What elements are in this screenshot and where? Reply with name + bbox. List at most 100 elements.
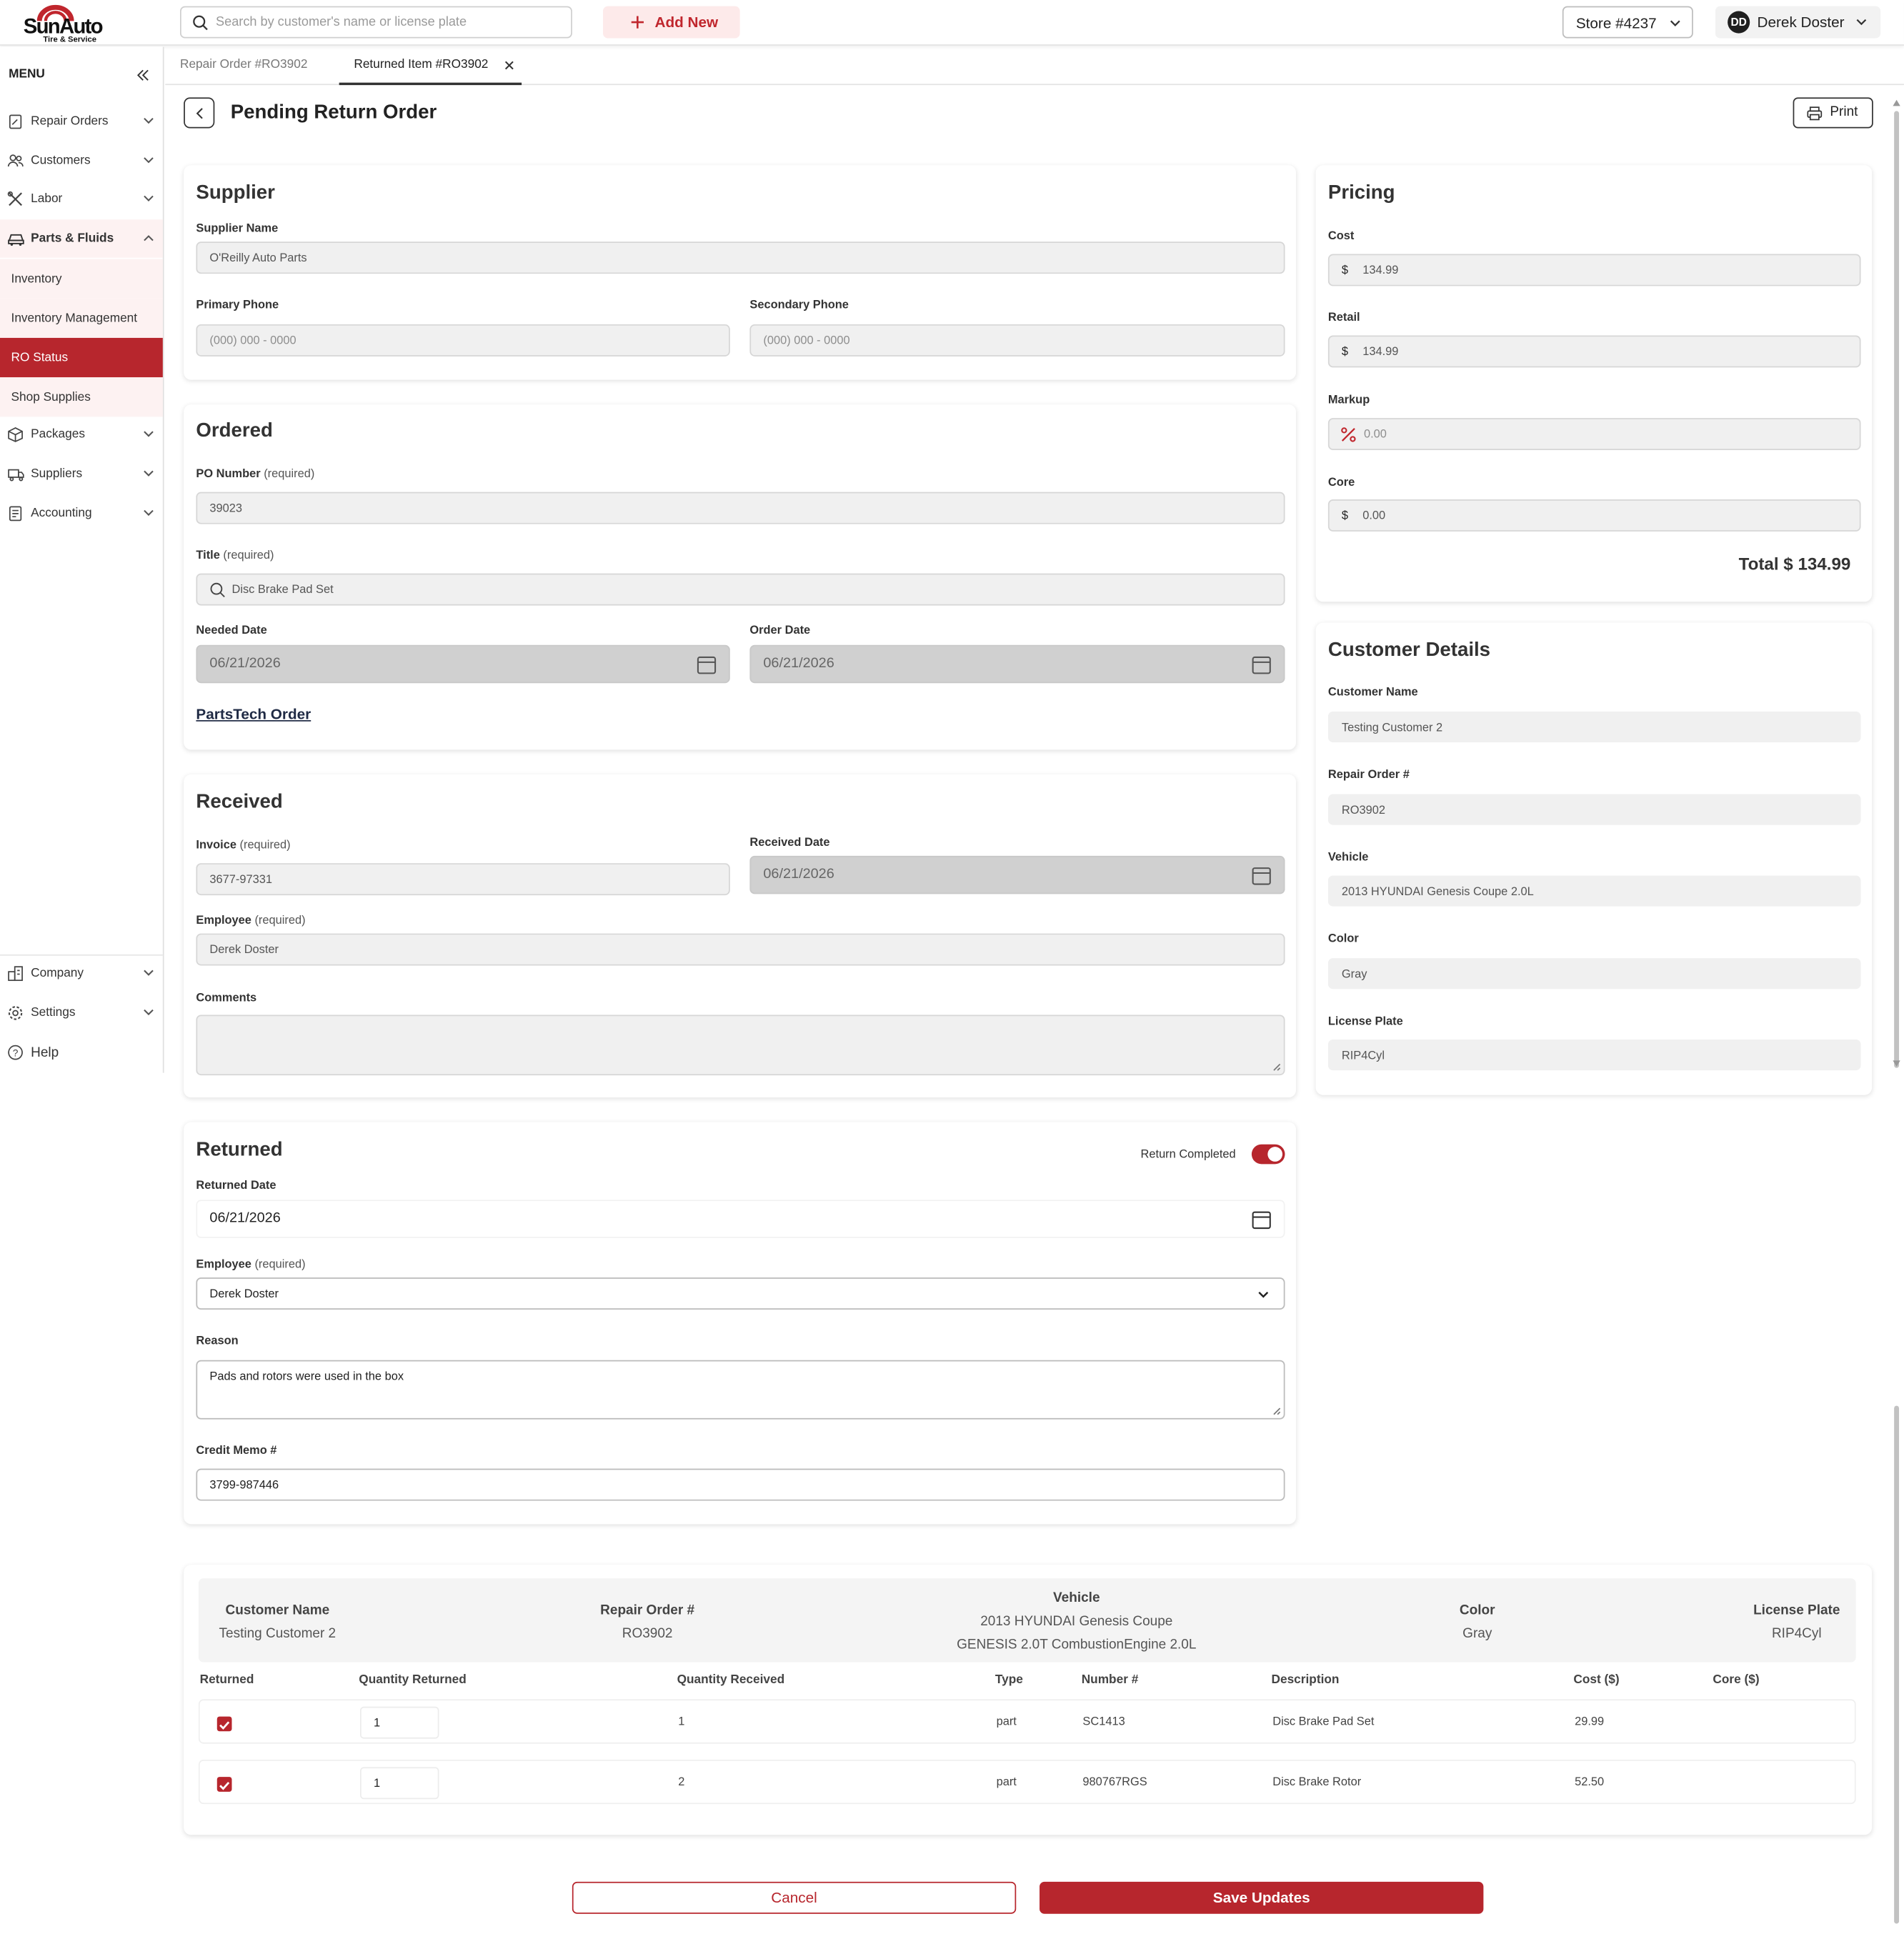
- tab-label: Repair Order #RO3902: [179, 58, 308, 72]
- retail-field[interactable]: $134.99: [1327, 335, 1861, 368]
- sidebar-item-packages[interactable]: Packages: [0, 416, 163, 454]
- collapse-icon[interactable]: [136, 69, 149, 81]
- supplier-name-field[interactable]: O'Reilly Auto Parts: [196, 241, 1285, 274]
- tab-repair-order[interactable]: Repair Order #RO3902: [165, 47, 323, 86]
- order-date-value: 06/21/2026: [763, 656, 834, 671]
- returned-date-field[interactable]: 06/21/2026: [196, 1200, 1285, 1238]
- chevron-down-icon: [1670, 20, 1680, 26]
- cancel-button[interactable]: Cancel: [572, 1881, 1017, 1914]
- summary-plate-label: License Plate: [1753, 1602, 1840, 1618]
- sidebar-item-settings[interactable]: Settings: [0, 994, 163, 1032]
- dollar-icon: $: [1341, 264, 1349, 278]
- sidebar-item-suppliers[interactable]: Suppliers: [0, 455, 163, 494]
- comments-textarea[interactable]: [196, 1015, 1285, 1076]
- sidebar-item-company[interactable]: Company: [0, 954, 163, 993]
- po-number-field[interactable]: 39023: [196, 492, 1285, 524]
- sidebar-subitem-inventory-management[interactable]: Inventory Management: [0, 298, 163, 338]
- col-header-returned: Returned: [199, 1673, 254, 1688]
- page-scrollbar[interactable]: [1893, 99, 1900, 1931]
- sidebar-item-label: Suppliers: [31, 467, 83, 482]
- sidebar-item-parts-fluids[interactable]: Parts & Fluids: [0, 219, 163, 258]
- sidebar-item-labor[interactable]: Labor: [0, 180, 163, 219]
- svg-text:?: ?: [13, 1047, 19, 1058]
- core-value: 0.00: [1362, 509, 1386, 523]
- tab-returned-item[interactable]: Returned Item #RO3902: [339, 47, 522, 86]
- secondary-phone-field[interactable]: (000) 000 - 0000: [749, 324, 1285, 357]
- markup-value: 0.00: [1363, 427, 1387, 442]
- resize-handle-icon[interactable]: [1272, 1063, 1281, 1072]
- reason-textarea[interactable]: Pads and rotors were used in the box: [196, 1360, 1285, 1420]
- quantity-received-cell: 2: [678, 1775, 685, 1790]
- calendar-icon[interactable]: [697, 655, 717, 675]
- search-input[interactable]: Search by customer's name or license pla…: [179, 6, 572, 39]
- sidebar-subitem-label: Shop Supplies: [11, 391, 91, 405]
- back-button[interactable]: [184, 97, 215, 129]
- required-tag: (required): [223, 549, 274, 563]
- calendar-icon[interactable]: [1252, 866, 1272, 886]
- add-new-button[interactable]: Add New: [603, 6, 740, 39]
- required-tag: (required): [239, 838, 291, 852]
- col-header-description: Description: [1271, 1673, 1340, 1688]
- return-completed-toggle[interactable]: [1251, 1144, 1285, 1165]
- print-button[interactable]: Print: [1793, 97, 1873, 129]
- col-header-qty-received: Quantity Received: [677, 1673, 785, 1688]
- clipboard-icon: [9, 114, 22, 129]
- col-header-qty-returned: Quantity Returned: [359, 1673, 467, 1688]
- returned-date-value: 06/21/2026: [209, 1210, 281, 1226]
- col-header-core: Core ($): [1713, 1673, 1760, 1688]
- customer-name-value: Testing Customer 2: [1341, 721, 1443, 735]
- car-icon: [8, 234, 24, 246]
- number-cell: SC1413: [1082, 1715, 1125, 1729]
- needed-date-field[interactable]: 06/21/2026: [196, 644, 730, 684]
- close-icon[interactable]: [504, 61, 514, 71]
- sidebar-subitem-ro-status[interactable]: RO Status: [0, 337, 163, 378]
- required-tag: (required): [254, 913, 306, 927]
- sidebar-subitem-shop-supplies[interactable]: Shop Supplies: [0, 377, 163, 417]
- sidebar-item-accounting[interactable]: Accounting: [0, 494, 163, 533]
- required-tag: (required): [254, 1257, 306, 1272]
- core-field[interactable]: $0.00: [1327, 499, 1861, 532]
- needed-date-value: 06/21/2026: [209, 656, 281, 671]
- markup-field[interactable]: 0.00: [1327, 418, 1861, 450]
- resize-handle-icon[interactable]: [1272, 1407, 1281, 1415]
- order-date-field[interactable]: 06/21/2026: [749, 644, 1285, 684]
- received-title: Received: [196, 792, 283, 813]
- cost-field[interactable]: $134.99: [1327, 254, 1861, 286]
- returned-checkbox[interactable]: [216, 1716, 232, 1732]
- sidebar-item-label: Company: [31, 967, 84, 981]
- credit-memo-field[interactable]: 3799-987446: [196, 1468, 1285, 1501]
- tools-icon: [7, 191, 22, 206]
- invoice-field[interactable]: 3677-97331: [196, 863, 730, 896]
- chevron-down-icon: [144, 195, 154, 201]
- search-placeholder: Search by customer's name or license pla…: [216, 14, 467, 30]
- received-employee-field[interactable]: Derek Doster: [196, 933, 1285, 966]
- chevron-down-icon: [144, 509, 154, 517]
- returned-employee-select[interactable]: Derek Doster: [196, 1277, 1285, 1310]
- returned-checkbox[interactable]: [216, 1777, 232, 1792]
- sidebar-subitem-inventory[interactable]: Inventory: [0, 259, 163, 299]
- store-selector[interactable]: Store #4237: [1562, 6, 1693, 39]
- description-cell: Disc Brake Rotor: [1272, 1775, 1362, 1790]
- sidebar-item-help[interactable]: ? Help: [0, 1033, 163, 1072]
- menu-title: MENU: [9, 67, 45, 81]
- partstech-order-link[interactable]: PartsTech Order: [196, 705, 311, 722]
- user-menu[interactable]: DD Derek Doster: [1715, 6, 1881, 39]
- returned-card: [184, 1122, 1297, 1525]
- sidebar-item-label: Packages: [31, 427, 85, 442]
- chevron-down-icon: [1258, 1291, 1269, 1298]
- quantity-returned-input[interactable]: 1: [359, 1767, 439, 1800]
- calendar-icon[interactable]: [1252, 655, 1272, 675]
- table-row: 1 2 part 980767RGS Disc Brake Rotor 52.5…: [198, 1760, 1856, 1805]
- calendar-icon[interactable]: [1252, 1210, 1272, 1230]
- license-plate-field: RIP4Cyl: [1327, 1040, 1861, 1071]
- received-date-field[interactable]: 06/21/2026: [749, 855, 1285, 894]
- save-updates-button[interactable]: Save Updates: [1040, 1881, 1484, 1914]
- ordered-title: Ordered: [196, 420, 273, 442]
- primary-phone-field[interactable]: (000) 000 - 0000: [196, 324, 730, 357]
- quantity-returned-input[interactable]: 1: [359, 1706, 439, 1739]
- core-label: Core: [1327, 476, 1355, 490]
- sidebar-item-repair-orders[interactable]: Repair Orders: [0, 102, 163, 141]
- title-field[interactable]: Disc Brake Pad Set: [196, 573, 1285, 606]
- sunauto-logo[interactable]: SunAuto Tire & Service: [22, 4, 109, 44]
- sidebar-item-customers[interactable]: Customers: [0, 141, 163, 180]
